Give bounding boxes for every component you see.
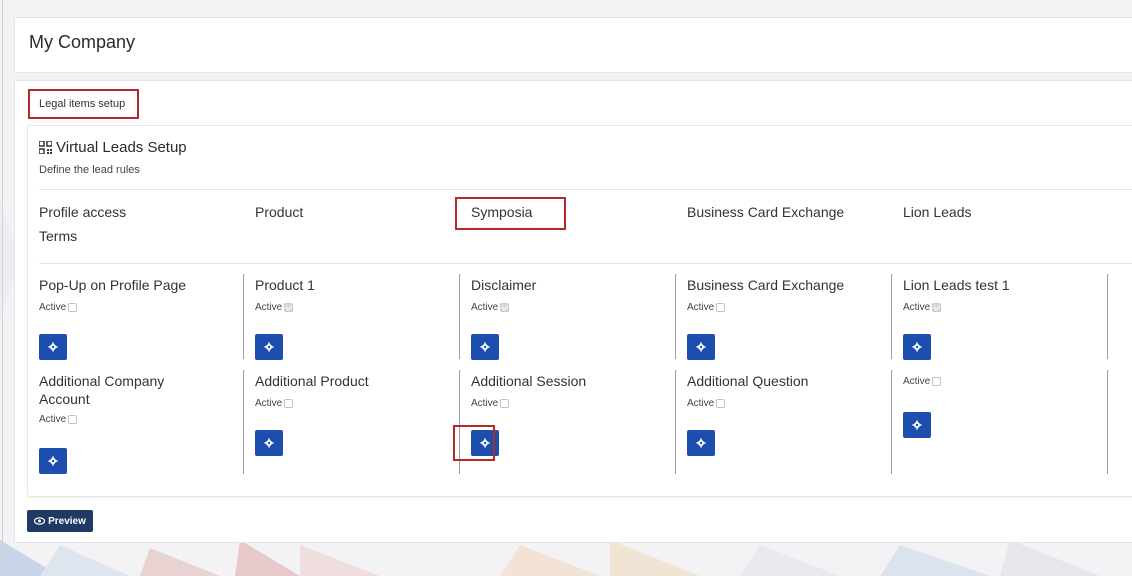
active-label: Active — [39, 302, 67, 313]
gear-icon — [48, 342, 58, 352]
item-name: Disclaimer — [471, 277, 537, 293]
gear-icon — [264, 438, 274, 448]
active-checkbox[interactable] — [68, 303, 78, 312]
active-toggle: Active — [903, 376, 1119, 387]
settings-button[interactable] — [903, 412, 931, 438]
active-label: Active — [255, 302, 283, 313]
tab-label: Profile access — [39, 204, 127, 220]
setup-title: Virtual Leads Setup — [38, 139, 187, 156]
item-additional-session: Additional Session Active — [471, 372, 687, 409]
active-toggle: Active — [255, 398, 471, 409]
active-checkbox[interactable] — [716, 303, 726, 312]
settings-button[interactable] — [255, 430, 283, 456]
active-toggle: Active — [687, 302, 903, 313]
tab-product[interactable]: Product — [255, 200, 303, 224]
settings-button[interactable] — [255, 334, 283, 360]
gear-icon — [912, 342, 922, 352]
setup-subtitle: Define the lead rules — [39, 164, 140, 176]
item-pop-up-on-profile-page: Pop-Up on Profile Page Active — [39, 276, 255, 313]
tab-legal-items-setup[interactable]: Legal items setup — [28, 89, 139, 119]
page-header: My Company — [14, 17, 1132, 73]
active-label: Active — [903, 376, 931, 387]
item-additional-company-account: Additional Company Account Active — [39, 372, 199, 425]
gear-icon — [696, 342, 706, 352]
settings-button[interactable] — [687, 334, 715, 360]
settings-button[interactable] — [39, 334, 67, 360]
active-label: Active — [255, 398, 283, 409]
item-business-card-exchange: Business Card Exchange Active — [687, 276, 903, 313]
tab-lion-leads[interactable]: Lion Leads — [903, 200, 972, 224]
settings-button-highlight — [453, 425, 495, 461]
eye-icon — [34, 517, 46, 525]
active-label: Active — [39, 414, 67, 425]
active-checkbox[interactable] — [68, 415, 78, 424]
item-product-1: Product 1 Active — [255, 276, 471, 313]
active-label: Active — [903, 302, 931, 313]
active-toggle: Active — [39, 302, 255, 313]
active-toggle: Active — [255, 302, 471, 313]
virtual-leads-setup-card: Virtual Leads Setup Define the lead rule… — [27, 125, 1132, 497]
item-name: Pop-Up on Profile Page — [39, 277, 187, 293]
item-name: Additional Question — [687, 373, 809, 389]
active-checkbox[interactable] — [284, 399, 294, 408]
item-lion-leads-test-1: Lion Leads test 1 Active — [903, 276, 1119, 313]
active-checkbox[interactable] — [500, 399, 510, 408]
active-checkbox[interactable] — [284, 303, 294, 312]
settings-button[interactable] — [687, 430, 715, 456]
tab-business-card-exchange[interactable]: Business Card Exchange — [687, 200, 844, 224]
divider — [39, 189, 1132, 190]
active-label: Active — [687, 302, 715, 313]
item-unnamed: Active — [903, 376, 1119, 387]
item-name: Additional Session — [471, 373, 587, 389]
item-name: Product 1 — [255, 277, 315, 293]
settings-button[interactable] — [471, 334, 499, 360]
active-label: Active — [471, 302, 499, 313]
column-separator — [243, 370, 244, 474]
settings-button[interactable] — [903, 334, 931, 360]
left-border — [2, 0, 3, 576]
setup-title-text: Virtual Leads Setup — [56, 139, 187, 156]
active-toggle: Active — [903, 302, 1119, 313]
active-toggle: Active — [471, 398, 687, 409]
item-name: Additional Company Account — [39, 373, 165, 407]
active-toggle: Active — [39, 414, 199, 425]
active-toggle: Active — [471, 302, 687, 313]
active-checkbox[interactable] — [500, 303, 510, 312]
tab-profile-access[interactable]: Profile access Terms — [39, 200, 126, 248]
active-checkbox[interactable] — [932, 377, 942, 386]
gear-icon — [480, 342, 490, 352]
item-name: Lion Leads test 1 — [903, 277, 1010, 293]
preview-label: Preview — [48, 515, 86, 527]
symposia-highlight — [455, 197, 566, 230]
active-label: Active — [471, 398, 499, 409]
gear-icon — [912, 420, 922, 430]
gear-icon — [264, 342, 274, 352]
settings-button[interactable] — [39, 448, 67, 474]
divider — [39, 263, 1132, 264]
active-checkbox[interactable] — [932, 303, 942, 312]
page-title: My Company — [29, 32, 136, 52]
main-panel: Legal items setup Virtual Leads Setup De… — [14, 80, 1132, 543]
gear-icon — [48, 456, 58, 466]
item-name: Business Card Exchange — [687, 277, 845, 293]
active-label: Active — [687, 398, 715, 409]
item-additional-question: Additional Question Active — [687, 372, 903, 409]
qr-code-icon — [38, 140, 53, 155]
item-name: Additional Product — [255, 373, 369, 389]
active-toggle: Active — [687, 398, 903, 409]
active-checkbox[interactable] — [716, 399, 726, 408]
item-additional-product: Additional Product Active — [255, 372, 471, 409]
item-disclaimer: Disclaimer Active — [471, 276, 687, 313]
gear-icon — [696, 438, 706, 448]
preview-button[interactable]: Preview — [27, 510, 93, 532]
tab-sublabel: Terms — [39, 228, 78, 244]
